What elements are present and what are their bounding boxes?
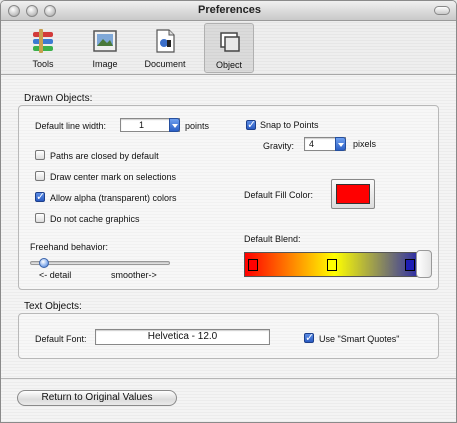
fill-color-label: Default Fill Color:	[244, 190, 314, 200]
title-bar: Preferences	[1, 1, 456, 21]
blend-stop-middle[interactable]	[327, 259, 337, 271]
footer-separator	[1, 378, 456, 379]
fill-color-well[interactable]	[331, 179, 375, 209]
tab-image-label: Image	[92, 59, 118, 69]
tab-tools-label: Tools	[32, 59, 54, 69]
freehand-slider-track[interactable]	[30, 261, 170, 265]
fill-color-swatch	[336, 184, 370, 204]
toolbar-toggle-button[interactable]	[434, 6, 450, 15]
center-mark-label: Draw center mark on selections	[50, 172, 177, 182]
line-width-value: 1	[139, 120, 145, 130]
text-objects-group: Default Font: Helvetica - 12.0 Use "Smar…	[18, 313, 439, 359]
document-icon	[156, 29, 175, 53]
chevron-down-icon[interactable]	[169, 118, 180, 132]
freehand-label: Freehand behavior:	[30, 242, 109, 252]
gravity-combo[interactable]: 4	[304, 137, 346, 151]
drawn-objects-title: Drawn Objects:	[24, 93, 93, 104]
allow-alpha-label: Allow alpha (transparent) colors	[50, 193, 177, 203]
line-width-combo[interactable]: 1	[120, 118, 180, 132]
center-mark-checkbox[interactable]	[35, 171, 45, 181]
tab-document-label: Document	[144, 59, 186, 69]
default-font-label: Default Font:	[35, 334, 87, 344]
tools-icon	[33, 29, 53, 53]
default-font-field[interactable]: Helvetica - 12.0	[95, 329, 270, 345]
tab-object[interactable]: Object	[204, 23, 254, 73]
freehand-right-label: smoother->	[111, 270, 157, 280]
freehand-slider-knob[interactable]	[39, 258, 49, 268]
line-width-label: Default line width:	[35, 121, 107, 131]
blend-end-cap[interactable]	[416, 250, 432, 278]
line-width-unit: points	[185, 121, 210, 131]
toolbar: Tools Image Document Object	[1, 21, 456, 75]
paths-closed-checkbox[interactable]	[35, 150, 45, 160]
no-cache-checkbox[interactable]	[35, 213, 45, 223]
tab-object-label: Object	[215, 60, 242, 70]
smart-quotes-label: Use "Smart Quotes"	[319, 334, 400, 344]
preferences-window: Preferences Tools Image Document Object …	[0, 0, 457, 423]
blend-gradient[interactable]	[244, 252, 425, 277]
window-title: Preferences	[198, 4, 261, 16]
tab-tools[interactable]: Tools	[18, 23, 68, 73]
gravity-label: Gravity:	[263, 141, 295, 151]
freehand-left-label: <- detail	[39, 270, 72, 280]
tab-image[interactable]: Image	[80, 23, 130, 73]
image-icon	[93, 30, 117, 52]
allow-alpha-checkbox[interactable]	[35, 190, 45, 203]
blend-stop-start[interactable]	[248, 259, 258, 271]
chevron-down-icon[interactable]	[335, 137, 346, 151]
text-objects-title: Text Objects:	[24, 301, 82, 312]
tab-document[interactable]: Document	[140, 23, 190, 73]
blend-label: Default Blend:	[244, 234, 301, 244]
paths-closed-label: Paths are closed by default	[50, 151, 159, 161]
no-cache-label: Do not cache graphics	[50, 214, 140, 224]
smart-quotes-checkbox[interactable]	[304, 331, 314, 344]
snap-to-points-label: Snap to Points	[260, 120, 319, 130]
gravity-value: 4	[309, 139, 315, 149]
snap-to-points-checkbox[interactable]	[246, 118, 256, 131]
drawn-objects-group: Default line width: 1 points Snap to Poi…	[18, 105, 439, 290]
gravity-unit: pixels	[353, 139, 377, 149]
object-icon	[220, 32, 240, 52]
blend-stop-end[interactable]	[405, 259, 415, 271]
return-to-original-values-button[interactable]: Return to Original Values	[17, 390, 177, 406]
